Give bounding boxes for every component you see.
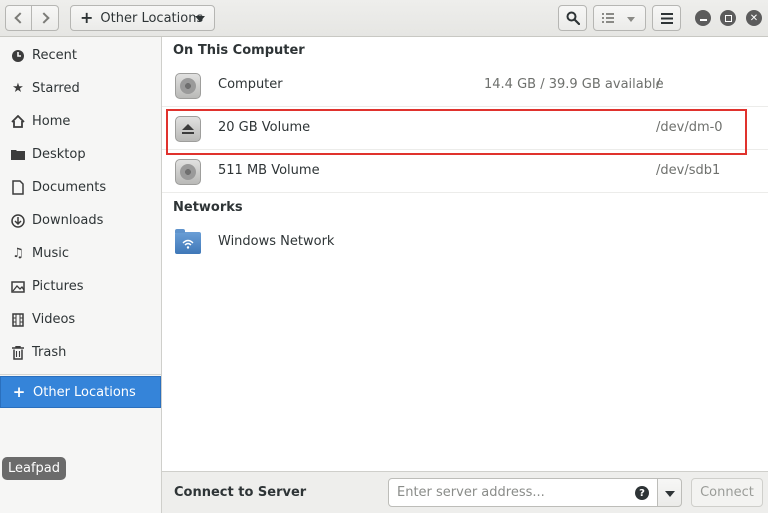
location-available: 14.4 GB / 39.9 GB available (484, 77, 664, 92)
plus-icon: + (12, 383, 26, 401)
minimize-button[interactable] (695, 10, 711, 26)
music-icon: ♫ (12, 246, 24, 261)
folder-icon (10, 147, 26, 163)
trash-icon (10, 345, 26, 361)
sidebar-item-label: Videos (32, 312, 76, 327)
home-icon (10, 114, 26, 130)
connect-to-server-bar: Connect to Server ? Connect (162, 471, 768, 513)
sidebar-item-label: Pictures (32, 279, 84, 294)
location-target: / (656, 77, 661, 92)
document-icon (10, 180, 26, 196)
location-name: Windows Network (218, 234, 335, 249)
sidebar-item-videos[interactable]: Videos (0, 303, 161, 336)
sidebar-item-label: Downloads (32, 213, 104, 228)
network-folder-icon (175, 229, 201, 256)
sidebar-item-label: Trash (32, 345, 67, 360)
sidebar-item-pictures[interactable]: Pictures (0, 270, 161, 303)
view-options-button[interactable] (593, 5, 646, 31)
location-row-windows-network[interactable]: Windows Network (162, 221, 768, 264)
other-locations-view: On This Computer Computer 14.4 GB / 39.9… (162, 37, 768, 471)
location-name: 511 MB Volume (218, 163, 320, 178)
film-icon (10, 312, 26, 328)
search-button[interactable] (558, 5, 587, 31)
location-row-computer[interactable]: Computer 14.4 GB / 39.9 GB available / (162, 64, 768, 107)
picture-icon (10, 279, 26, 295)
star-icon: ★ (12, 81, 24, 96)
chevron-down-icon (627, 17, 635, 22)
highlight-box (166, 109, 747, 155)
close-icon: ✕ (749, 12, 759, 24)
location-target: /dev/sdb1 (656, 163, 721, 178)
search-icon (566, 11, 580, 25)
sidebar-item-home[interactable]: Home (0, 105, 161, 138)
header-bar: + Other Locations ✕ (0, 0, 768, 37)
plus-icon: + (80, 8, 94, 27)
menu-button[interactable] (652, 5, 681, 31)
maximize-button[interactable] (720, 10, 736, 26)
chevron-down-icon (665, 491, 675, 497)
download-icon (10, 213, 26, 229)
harddisk-icon (175, 73, 201, 99)
taskbar-tooltip: Leafpad (2, 457, 66, 480)
list-view-icon (602, 13, 614, 23)
forward-button[interactable] (32, 5, 59, 31)
sidebar: Recent ★ Starred Home Desktop Documents … (0, 37, 162, 513)
help-icon[interactable]: ? (635, 486, 649, 500)
sidebar-item-label: Music (32, 246, 69, 261)
sidebar-item-label: Other Locations (33, 384, 136, 400)
server-address-input[interactable] (388, 478, 658, 507)
section-header-networks: Networks (173, 200, 243, 215)
sidebar-item-label: Documents (32, 180, 107, 195)
navigation-buttons (5, 5, 59, 31)
back-button[interactable] (5, 5, 32, 31)
minimize-icon (699, 18, 707, 21)
sidebar-item-label: Recent (32, 48, 77, 63)
recent-servers-dropdown[interactable] (657, 478, 682, 507)
chevron-left-icon (14, 12, 26, 24)
location-name: Computer (218, 77, 283, 92)
sidebar-item-recent[interactable]: Recent (0, 39, 161, 72)
sidebar-item-label: Desktop (32, 147, 86, 162)
section-header-on-this-computer: On This Computer (173, 43, 305, 58)
dropdown-arrow-icon (195, 16, 205, 22)
hamburger-menu-icon (660, 12, 673, 24)
sidebar-item-downloads[interactable]: Downloads (0, 204, 161, 237)
connect-to-server-label: Connect to Server (174, 485, 307, 500)
location-path-label: Other Locations (100, 10, 204, 26)
sidebar-item-desktop[interactable]: Desktop (0, 138, 161, 171)
sidebar-divider (0, 374, 161, 375)
sidebar-item-label: Starred (32, 81, 80, 96)
sidebar-item-documents[interactable]: Documents (0, 171, 161, 204)
sidebar-item-other-locations[interactable]: + Other Locations (0, 376, 161, 408)
maximize-icon (724, 14, 732, 22)
location-row-511mb-volume[interactable]: 511 MB Volume /dev/sdb1 (162, 150, 768, 193)
harddisk-icon (175, 159, 201, 185)
sidebar-item-music[interactable]: ♫ Music (0, 237, 161, 270)
clock-icon (10, 48, 26, 64)
sidebar-item-trash[interactable]: Trash (0, 336, 161, 369)
sidebar-item-starred[interactable]: ★ Starred (0, 72, 161, 105)
location-path-button[interactable]: + Other Locations (70, 5, 215, 31)
connect-button[interactable]: Connect (691, 478, 763, 507)
chevron-right-icon (37, 12, 50, 24)
sidebar-item-label: Home (32, 114, 71, 129)
close-button[interactable]: ✕ (746, 10, 762, 26)
